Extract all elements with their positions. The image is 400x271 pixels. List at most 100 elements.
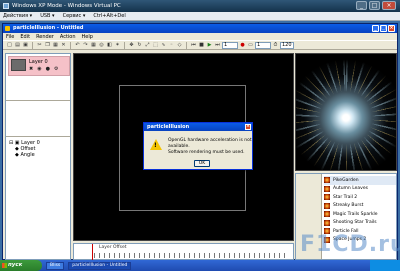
host-menu-bar: Действия ▾ USB ▾ Сервис ▾ Ctrl+Alt+Del — [0, 12, 400, 21]
undo-icon[interactable]: ↶ — [74, 42, 81, 49]
toolbar-separator — [186, 41, 187, 49]
menu-action[interactable]: Action — [60, 34, 76, 40]
point-icon[interactable]: ◦ — [168, 42, 175, 49]
hide-layer-icon[interactable]: ✖ — [29, 66, 33, 72]
layer-thumbnail — [11, 59, 26, 71]
solo-icon[interactable]: ● — [46, 66, 50, 72]
app-maximize-button[interactable]: □ — [380, 25, 387, 32]
menu-help[interactable]: Help — [82, 34, 93, 40]
move-icon[interactable]: ✥ — [128, 42, 135, 49]
timeline-label: Layer Offset — [99, 245, 127, 250]
tree-item-angle[interactable]: ◆ Angle — [9, 152, 67, 158]
layers-panel: Layer 0 ✖ ◉ ● ⚙ ⊟ ▣ Layer 0 ◆ Offset ◆ A… — [5, 53, 71, 260]
new-icon[interactable]: □ — [6, 42, 13, 49]
taskbar: пуск Bliss particleIllusion - Untitled — [0, 260, 400, 271]
preview-vignette — [296, 54, 396, 170]
open-icon[interactable]: ▤ — [14, 42, 21, 49]
dialog-title-bar: particleIllusion × — [144, 123, 252, 131]
output-icon[interactable]: ▭ — [247, 42, 254, 49]
host-menu-actions[interactable]: Действия ▾ — [3, 13, 32, 19]
grid-icon[interactable]: ▦ — [90, 42, 97, 49]
start-button[interactable]: пуск — [0, 260, 42, 271]
delete-icon[interactable]: ✕ — [60, 42, 67, 49]
host-close-button[interactable]: × — [382, 1, 396, 10]
rotate-icon[interactable]: ↻ — [136, 42, 143, 49]
app-minimize-button[interactable]: _ — [372, 25, 379, 32]
host-menu-tools[interactable]: Сервис ▾ — [63, 13, 86, 19]
rewind-icon[interactable]: ⏮ — [190, 42, 197, 49]
layer-tree: ⊟ ▣ Layer 0 ◆ Offset ◆ Angle — [6, 136, 70, 260]
timeline-graph[interactable]: Layer Offset — [73, 243, 294, 261]
layer-card[interactable]: Layer 0 ✖ ◉ ● ⚙ — [8, 56, 70, 76]
host-menu-usb[interactable]: USB ▾ — [40, 13, 54, 19]
toolbar-separator — [32, 41, 33, 49]
task-bliss[interactable]: Bliss — [46, 261, 65, 270]
dialog-message-line: OpenGL hardware acceleration is not avai… — [168, 138, 252, 149]
layer-library: Layer 0 ✖ ◉ ● ⚙ — [6, 54, 70, 101]
host-menu-ctrl-alt-del[interactable]: Ctrl+Alt+Del — [93, 13, 125, 19]
dialog-title: particleIllusion — [147, 124, 190, 130]
path-icon[interactable]: ∿ — [160, 42, 167, 49]
emitter-preview — [295, 53, 397, 171]
forward-icon[interactable]: ⏭ — [214, 42, 221, 49]
layer-icon[interactable]: ◧ — [106, 42, 113, 49]
system-tray — [370, 260, 400, 271]
save-icon[interactable]: ▣ — [22, 42, 29, 49]
frame-stepper[interactable]: 1 — [222, 41, 238, 49]
record-icon[interactable]: ● — [239, 42, 246, 49]
emitter-list-item[interactable]: Magic Trails Sparkle — [324, 210, 396, 219]
layer-name: Layer 0 — [29, 59, 48, 65]
emitter-label: Shooting Star Trails — [333, 220, 377, 226]
dialog-message-line: Software rendering must be used. — [168, 150, 245, 155]
task-particleillusion[interactable]: particleIllusion - Untitled — [68, 261, 132, 270]
emitter-thumbnail-icon — [324, 185, 330, 192]
emitter-list-item[interactable]: Streaky Burst — [324, 202, 396, 211]
menu-render[interactable]: Render — [36, 34, 54, 40]
toolbar-separator — [70, 41, 71, 49]
opengl-warning-dialog: particleIllusion × ! OpenGL hardware acc… — [143, 122, 253, 170]
emitter-label: Streaky Burst — [333, 203, 364, 209]
copy-icon[interactable]: ❐ — [44, 42, 51, 49]
timeline-ruler — [94, 253, 289, 258]
emitter-label: PikeGarden — [333, 177, 359, 183]
emitter-list-item[interactable]: Star Trail 2 — [324, 193, 396, 202]
shape-icon[interactable]: ◇ — [176, 42, 183, 49]
emitter-list-item[interactable]: Autumn Leaves — [324, 185, 396, 194]
host-window-title-text: Windows XP Mode - Windows Virtual PC — [12, 3, 121, 9]
fps-stepper[interactable]: 120 — [280, 41, 294, 49]
app-close-button[interactable]: × — [388, 25, 395, 32]
host-maximize-button[interactable]: □ — [369, 1, 380, 10]
emitter-thumbnail-icon — [324, 202, 330, 209]
emitter-icon[interactable]: ✶ — [114, 42, 121, 49]
cut-icon[interactable]: ✂ — [36, 42, 43, 49]
lock-icon[interactable]: ⚙ — [54, 66, 58, 72]
scale-icon[interactable]: ⤢ — [144, 42, 151, 49]
toolbar-separator — [124, 41, 125, 49]
ok-button[interactable]: OK — [194, 160, 210, 167]
menu-edit[interactable]: Edit — [20, 34, 30, 40]
app-icon — [5, 26, 10, 31]
dialog-close-button[interactable]: × — [245, 124, 251, 130]
app-menu-bar: File Edit Render Action Help — [3, 33, 397, 40]
emitter-thumbnail-icon — [324, 219, 330, 226]
fps-icon[interactable]: ⏱ — [272, 42, 279, 49]
emitter-thumbnail-icon — [324, 211, 330, 218]
current-frame-marker[interactable] — [92, 244, 93, 261]
main-toolbar: □ ▤ ▣ ✂ ❐ ▦ ✕ ↶ ↷ ▦ ◎ ◧ ✶ ✥ ↻ ⤢ ⬚ ∿ ◦ ◇ … — [3, 40, 397, 50]
emitter-list-item[interactable]: PikeGarden — [324, 176, 396, 185]
menu-file[interactable]: File — [6, 34, 14, 40]
paste-icon[interactable]: ▦ — [52, 42, 59, 49]
emitter-list-item[interactable]: Shooting Star Trails — [324, 219, 396, 228]
app-title-bar: particleIllusion - Untitled _ □ × — [3, 24, 397, 33]
play-icon[interactable]: ▶ — [206, 42, 213, 49]
visibility-icon[interactable]: ◉ — [37, 66, 41, 72]
tree-item-label: Angle — [20, 152, 35, 158]
zoom-icon[interactable]: ◎ — [98, 42, 105, 49]
emitter-thumbnail-icon — [324, 177, 330, 184]
select-icon[interactable]: ⬚ — [152, 42, 159, 49]
dialog-message: OpenGL hardware acceleration is not avai… — [168, 138, 252, 156]
scale-stepper[interactable]: 1 — [255, 41, 271, 49]
stop-icon[interactable]: ■ — [198, 42, 205, 49]
host-minimize-button[interactable]: _ — [356, 1, 367, 10]
redo-icon[interactable]: ↷ — [82, 42, 89, 49]
